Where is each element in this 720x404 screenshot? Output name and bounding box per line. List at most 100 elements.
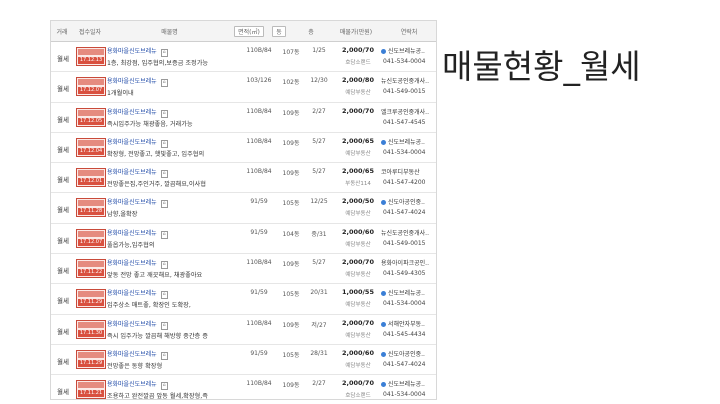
- home-icon[interactable]: ⌂: [160, 321, 168, 330]
- table-row[interactable]: 월세 17.11.29 용화마을신도브레뉴 ⌂ 입주상소 매트좋, 확장인 도확장, 91…: [51, 284, 436, 315]
- date-badge: 17.11.22: [76, 259, 106, 279]
- home-icon[interactable]: ⌂: [160, 139, 168, 148]
- col-contact: 연락처: [400, 28, 418, 36]
- date-text: 17.11.22: [78, 269, 104, 277]
- table-row[interactable]: 월세 17.12.07 용화마을신도브레뉴 ⌂ 1개월이내 103/126 102동 12/3…: [51, 72, 436, 103]
- listing-description: 앞동 전망 좋고 깨끗해요, 채광좋아요: [107, 272, 203, 280]
- listing-title-link[interactable]: 용화마을신도브레뉴 ⌂: [107, 46, 237, 57]
- table-row[interactable]: 월세 17.12.01 용화마을신도브레뉴 ⌂ 전망좋은집,주인거주, 깔끔해요,이사협…: [51, 163, 436, 194]
- table-row[interactable]: 월세 17.11.29 용화마을신도브레뉴 ⌂ 전망좋은 동향 확장형 91/59 105동…: [51, 345, 436, 376]
- date-badge: 17.12.01: [76, 168, 106, 188]
- agency-badge-icon: [381, 200, 386, 206]
- building: 109동: [282, 382, 300, 390]
- deal-type: 월세: [57, 297, 69, 306]
- date-text: 17.11.28: [78, 208, 104, 216]
- area: 91/59: [250, 228, 268, 236]
- listing-source: 예담부동산: [345, 90, 371, 97]
- sort-dong[interactable]: 동: [266, 25, 292, 37]
- agency-name[interactable]: 뉴신도공인중개사..: [381, 228, 436, 237]
- col-price[interactable]: 매물가(만원): [330, 27, 382, 36]
- table-row[interactable]: 월세 17.12.07 용화마을신도브레뉴 ⌂ 풀옵가능,입주협의 91/59 104동 중/…: [51, 224, 436, 255]
- agency-name[interactable]: 서해안자부동..: [381, 319, 436, 328]
- agency-name[interactable]: 뉴신도공인중개사..: [381, 76, 436, 85]
- area: 110B/84: [246, 47, 272, 54]
- deal-type: 월세: [57, 55, 69, 63]
- date-text: 17.12.01: [78, 178, 104, 186]
- floor: 20/31: [310, 289, 328, 297]
- listing-title-link[interactable]: 용화마을신도브레뉴 ⌂: [107, 288, 237, 300]
- building: 105동: [282, 200, 300, 208]
- col-title: 매물명: [161, 28, 178, 36]
- listing-title-link[interactable]: 용화마을신도브레뉴 ⌂: [107, 379, 237, 391]
- agency-name[interactable]: 엘크루공인중개사..: [381, 107, 436, 116]
- listing-source: 부동산114: [345, 181, 371, 188]
- listing-title-link[interactable]: 용화마을신도브레뉴 ⌂: [107, 228, 237, 239]
- building: 102동: [282, 79, 300, 87]
- table-row[interactable]: 월세 17.12.04 용화마을신도브레뉴 ⌂ 확장형, 전망좋고, 햇빛좋고, 입주협…: [51, 133, 436, 164]
- listing-title-link[interactable]: 용화마을신도브레뉴 ⌂: [107, 76, 237, 88]
- home-icon[interactable]: ⌂: [160, 230, 168, 239]
- building: 109동: [282, 261, 300, 269]
- home-icon[interactable]: ⌂: [160, 351, 168, 360]
- listing-title-link[interactable]: 용화마을신도브레뉴 ⌂: [107, 137, 237, 148]
- listing-source: 예담부동산: [345, 241, 371, 248]
- agency-name[interactable]: 신도브레뉴공..: [381, 288, 436, 297]
- agency-name[interactable]: 코아루디부동산: [381, 167, 436, 176]
- listing-title-link[interactable]: 용화마을신도브레뉴 ⌂: [107, 197, 237, 209]
- date-text: 17.12.13: [78, 57, 104, 64]
- price: 2,000/50: [342, 197, 374, 206]
- area: 110B/84: [246, 319, 272, 327]
- listing-title-link[interactable]: 용화마을신도브레뉴 ⌂: [107, 167, 237, 179]
- listing-table: 거래 접수일자 매물명 면적(㎡) 동 층 매물가(만원) 연락처 월세 17.1…: [50, 20, 437, 400]
- area: 110B/84: [246, 380, 272, 388]
- agency-name[interactable]: 용화아이파크공인..: [381, 258, 436, 267]
- price: 2,000/65: [342, 167, 374, 176]
- date-badge: 17.11.29: [76, 289, 106, 309]
- table-row[interactable]: 월세 17.12.13 용화마을신도브레뉴 ⌂ 1층, 최강점, 입주협의,보증금 조정…: [51, 42, 436, 73]
- deal-type: 월세: [57, 267, 69, 276]
- agency-name[interactable]: 신도아공인중..: [381, 349, 436, 358]
- listing-source: 예담부동산: [345, 272, 371, 279]
- listing-title-link[interactable]: 용화마을신도브레뉴 ⌂: [107, 319, 237, 330]
- date-badge: 17.11.28: [76, 198, 106, 218]
- table-row[interactable]: 월세 17.11.28 용화마을신도브레뉴 ⌂ 남향,올확장 91/59 105동 12/25…: [51, 193, 436, 224]
- home-icon[interactable]: ⌂: [160, 79, 168, 88]
- table-row[interactable]: 월세 17.11.22 용화마을신도브레뉴 ⌂ 앞동 전망 좋고 깨끗해요, 채광좋아요…: [51, 254, 436, 285]
- home-icon[interactable]: ⌂: [160, 170, 168, 179]
- listing-source: 예담부동산: [345, 362, 371, 369]
- listing-title-link[interactable]: 용화마을신도브레뉴 ⌂: [107, 107, 237, 118]
- listing-title-link[interactable]: 용화마을신도브레뉴 ⌂: [107, 349, 237, 360]
- date-text: 17.12.05: [78, 117, 104, 125]
- floor: 2/27: [312, 380, 326, 388]
- table-row[interactable]: 월세 17.11.30 용화마을신도브레뉴 ⌂ 즉시 입주가능 깔끔해 해방향 중간층 …: [51, 315, 436, 345]
- col-date[interactable]: 접수일자: [73, 27, 107, 36]
- listing-source: 예담부동산: [345, 211, 371, 218]
- agency-name[interactable]: 신도브레뉴공..: [381, 379, 436, 388]
- area: 91/59: [250, 289, 268, 297]
- date-badge: 17.12.04: [76, 137, 106, 157]
- agency-name[interactable]: 신도아공인중..: [381, 197, 436, 206]
- home-icon[interactable]: ⌂: [160, 382, 168, 391]
- agency-name[interactable]: 신도브레뉴공..: [381, 46, 436, 55]
- home-icon[interactable]: ⌂: [160, 200, 168, 209]
- building: 107동: [282, 49, 300, 56]
- agency-name[interactable]: 신도브레뉴공..: [381, 137, 436, 146]
- agency-phone: 041-534-0004: [383, 391, 426, 399]
- sort-area[interactable]: 면적(㎡): [232, 25, 266, 37]
- page-title: 매물현황_월세: [442, 47, 641, 86]
- floor: 5/27: [312, 259, 326, 267]
- home-icon[interactable]: ⌂: [160, 291, 168, 300]
- table-row[interactable]: 월세 17.12.05 용화마을신도브레뉴 ⌂ 즉시입주가능 채광좋음, 거래가능 110…: [51, 103, 436, 133]
- home-icon[interactable]: ⌂: [160, 49, 168, 57]
- area: 110B/84: [246, 107, 272, 115]
- table-row[interactable]: 월세 17.11.21 용화마을신도브레뉴 ⌂ 조용하고 완전깔끔 앞동 월세,확장형,…: [51, 375, 436, 399]
- date-text: 17.11.21: [78, 390, 104, 398]
- agency-badge-icon: [381, 291, 386, 297]
- home-icon[interactable]: ⌂: [160, 109, 168, 118]
- price: 2,000/65: [342, 136, 374, 145]
- date-text: 17.12.07: [78, 238, 104, 246]
- home-icon[interactable]: ⌂: [160, 261, 168, 270]
- floor: 12/25: [310, 198, 328, 206]
- listing-title-link[interactable]: 용화마을신도브레뉴 ⌂: [107, 258, 237, 270]
- agency-phone: 041-549-0015: [383, 239, 426, 247]
